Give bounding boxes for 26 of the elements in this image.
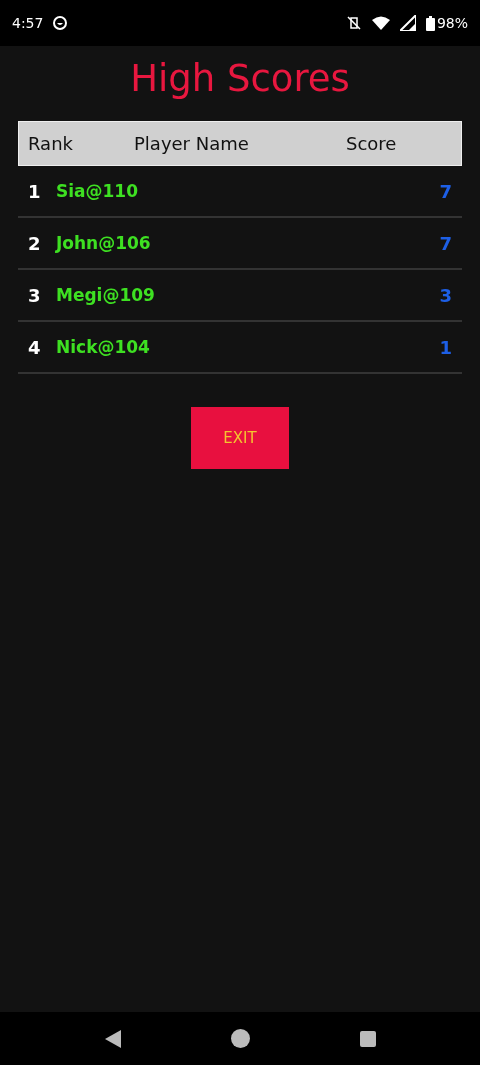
player-name-cell-text: Nick@104 [56,337,151,357]
battery-level: 98% [436,15,468,31]
column-header: Player Name [134,133,250,154]
player-name-cell-text: John@106 [56,233,152,253]
screen-title: High Scores [130,58,350,100]
player-name-cell-text: Megi@109 [56,285,156,305]
home-icon[interactable] [230,1029,250,1048]
wifi-icon [371,16,390,30]
score-cell: 1 [439,336,452,358]
vibrate-off-icon [345,16,362,30]
rank-cell-text: 4 [28,336,42,358]
column-header: Rank [28,133,74,154]
rank-cell-text: 1 [28,180,42,202]
back-icon[interactable] [104,1029,121,1048]
exit-button[interactable]: EXIT [191,407,289,469]
score-cell: 7 [439,180,452,202]
player-name-cell-text: Sia@110 [56,181,140,201]
battery-icon [425,15,435,31]
score-cell: 7 [439,232,452,254]
signal-icon [399,15,416,31]
column-header: Score [346,133,398,154]
rank-cell-text: 3 [28,284,42,306]
score-cell: 3 [439,284,452,306]
recents-icon[interactable] [359,1030,376,1047]
rank-cell-text: 2 [28,232,42,254]
status-time: 4:57 [12,15,44,31]
